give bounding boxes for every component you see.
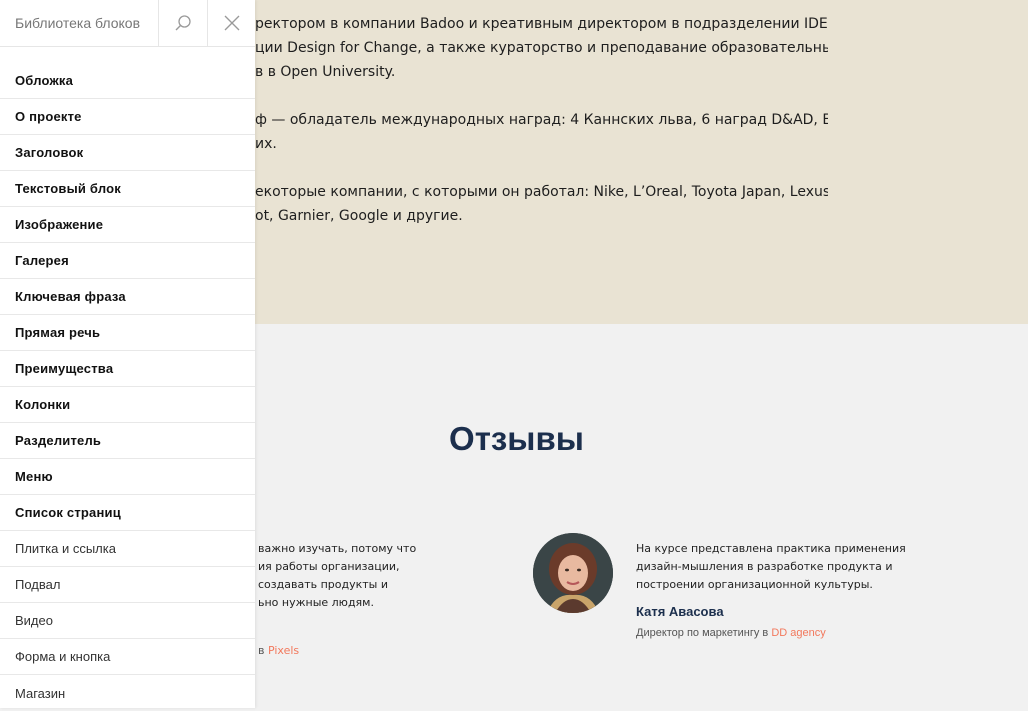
- block-item-footer[interactable]: Подвал: [0, 567, 255, 603]
- block-item-cover[interactable]: Обложка: [0, 63, 255, 99]
- block-item-heading[interactable]: Заголовок: [0, 135, 255, 171]
- about-line: ции Design for Change, а также кураторст…: [255, 40, 828, 56]
- block-item-page-list[interactable]: Список страниц: [0, 495, 255, 531]
- about-text: _ ректором в компании Badoo и креативным…: [255, 0, 828, 252]
- search-button[interactable]: [158, 0, 207, 46]
- block-item-columns[interactable]: Колонки: [0, 387, 255, 423]
- role-prefix: в: [258, 644, 268, 657]
- about-line: ректором в компании Badoo и креативным д…: [255, 16, 828, 32]
- block-item-quote[interactable]: Прямая речь: [0, 315, 255, 351]
- about-line: их.: [255, 136, 277, 152]
- block-item-about[interactable]: О проекте: [0, 99, 255, 135]
- about-line: ф — обладатель международных наград: 4 К…: [255, 112, 828, 128]
- avatar: [533, 533, 613, 613]
- block-item-image[interactable]: Изображение: [0, 207, 255, 243]
- review-text-line: создавать продукты и: [258, 578, 388, 591]
- review-text-line: На курсе представлена практика применени…: [636, 542, 906, 555]
- about-line: в в Open University.: [255, 64, 396, 80]
- block-library-panel: Обложка О проекте Заголовок Текстовый бл…: [0, 0, 255, 708]
- panel-header: [0, 0, 255, 47]
- search-icon: [175, 15, 191, 31]
- company-link[interactable]: Pixels: [268, 644, 299, 657]
- block-item-gallery[interactable]: Галерея: [0, 243, 255, 279]
- block-item-form-button[interactable]: Форма и кнопка: [0, 639, 255, 675]
- role-prefix: Директор по маркетингу в: [636, 627, 772, 639]
- block-item-key-phrase[interactable]: Ключевая фраза: [0, 279, 255, 315]
- block-list: Обложка О проекте Заголовок Текстовый бл…: [0, 63, 255, 711]
- block-item-video[interactable]: Видео: [0, 603, 255, 639]
- close-icon: [224, 15, 239, 31]
- block-item-shop[interactable]: Магазин: [0, 675, 255, 711]
- avatar-photo: [533, 533, 613, 613]
- block-item-divider[interactable]: Разделитель: [0, 423, 255, 459]
- close-button[interactable]: [207, 0, 255, 46]
- review-author-role: в Pixels: [258, 642, 448, 660]
- review-card-right: На курсе представлена практика применени…: [636, 540, 906, 642]
- review-text-line: дизайн-мышления в разработке продукта и: [636, 560, 893, 573]
- review-text-line: ьно нужные людям.: [258, 596, 374, 609]
- block-item-menu[interactable]: Меню: [0, 459, 255, 495]
- search-input[interactable]: [0, 0, 158, 46]
- about-line: ot, Garnier, Google и другие.: [255, 208, 463, 224]
- block-item-tile-link[interactable]: Плитка и ссылка: [0, 531, 255, 567]
- review-author-role: Директор по маркетингу в DD agency: [636, 624, 896, 642]
- block-item-text[interactable]: Текстовый блок: [0, 171, 255, 207]
- review-text-line: построении организационной культуры.: [636, 578, 873, 591]
- about-line: екоторые компании, с которыми он работал…: [255, 184, 828, 200]
- review-text-line: важно изучать, потому что: [258, 542, 417, 555]
- review-card-left: важно изучать, потому что ия работы орга…: [258, 540, 448, 660]
- company-link[interactable]: DD agency: [771, 627, 825, 639]
- block-item-advantages[interactable]: Преимущества: [0, 351, 255, 387]
- review-text-line: ия работы организации,: [258, 560, 400, 573]
- review-author-name: Катя Авасова: [636, 604, 724, 619]
